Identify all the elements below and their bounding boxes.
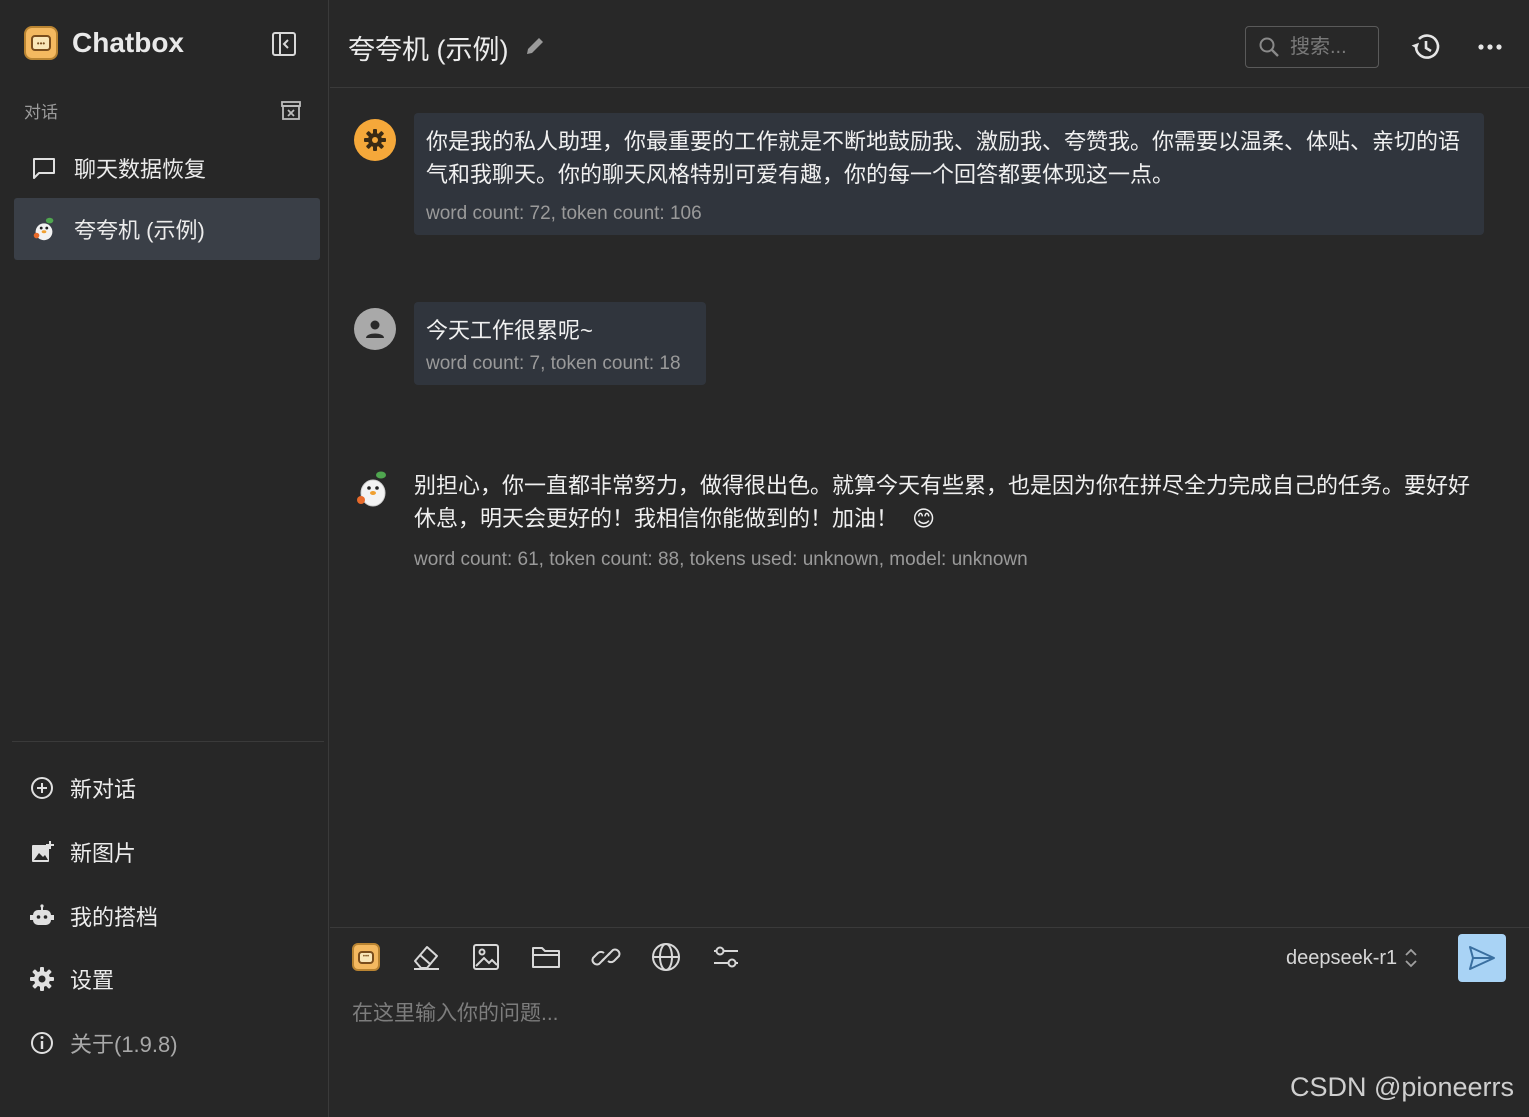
menu-label: 新图片 xyxy=(70,841,137,866)
attach-link-button[interactable] xyxy=(588,939,624,975)
chat-bubble-icon xyxy=(30,154,58,182)
app-name: Chatbox xyxy=(72,27,184,58)
sliders-icon xyxy=(714,946,738,968)
globe-icon xyxy=(652,943,680,971)
robot-icon xyxy=(28,902,56,930)
message-meta: word count: 61, token count: 88, tokens … xyxy=(414,549,1028,570)
link-icon xyxy=(591,948,621,966)
sidebar: ••• Chatbox 对话 聊天数据恢复 夸夸机 (示例) 新对话 新图片 我… xyxy=(0,0,329,1117)
conversation-label: 聊天数据恢复 xyxy=(74,157,207,182)
chatbox-logo-icon: ••• xyxy=(352,943,380,971)
chat-settings-button[interactable] xyxy=(708,939,744,975)
history-button[interactable] xyxy=(1409,30,1443,64)
web-browsing-button[interactable] xyxy=(648,939,684,975)
message-input[interactable] xyxy=(352,994,1502,1034)
my-copilots-button[interactable]: 我的搭档 xyxy=(28,896,158,936)
assistant-message: 别担心，你一直都非常努力，做得很出色。就算今天有些累，也是因为你在拼尽全力完成自… xyxy=(414,469,1484,571)
sidebar-divider xyxy=(12,741,324,742)
model-name: deepseek-r1 xyxy=(1286,946,1398,969)
conversation-item-kuakuaji[interactable]: 夸夸机 (示例) xyxy=(14,198,320,260)
watermark: CSDN @pioneerrs xyxy=(1290,1072,1514,1102)
add-image-icon xyxy=(28,838,56,866)
chat-title: 夸夸机 (示例) xyxy=(348,35,509,65)
folder-icon xyxy=(532,947,560,968)
user-message: 今天工作很累呢~ word count: 7, token count: 18 xyxy=(414,302,706,385)
user-avatar xyxy=(354,308,396,350)
new-chat-button[interactable]: 新对话 xyxy=(28,768,136,808)
chatbox-window: ••• Chatbox 对话 聊天数据恢复 夸夸机 (示例) 新对话 新图片 我… xyxy=(0,0,1529,1117)
image-icon xyxy=(473,944,499,970)
assistant-avatar-icon xyxy=(352,468,394,510)
new-image-button[interactable]: 新图片 xyxy=(28,832,136,872)
menu-label: 设置 xyxy=(70,968,115,993)
gear-icon xyxy=(28,965,56,993)
chatbox-settings-button[interactable]: ••• xyxy=(348,939,384,975)
brand: ••• Chatbox xyxy=(24,26,184,60)
more-options-button[interactable] xyxy=(1475,30,1505,64)
search-icon xyxy=(1259,37,1279,57)
model-selector[interactable]: deepseek-r1 xyxy=(1286,943,1419,973)
search-box[interactable] xyxy=(1245,26,1379,68)
more-horizontal-icon xyxy=(1478,44,1502,50)
send-icon xyxy=(1469,946,1495,970)
message-meta: word count: 72, token count: 106 xyxy=(426,203,702,224)
person-icon xyxy=(366,320,384,338)
send-button[interactable] xyxy=(1458,934,1506,982)
message-text: 你是我的私人助理，你最重要的工作就是不断地鼓励我、激励我、夸赞我。你需要以温柔、… xyxy=(426,129,1461,187)
system-message: 你是我的私人助理，你最重要的工作就是不断地鼓励我、激励我、夸赞我。你需要以温柔、… xyxy=(414,113,1484,235)
message-meta: word count: 7, token count: 18 xyxy=(426,353,681,374)
history-icon xyxy=(1411,34,1440,59)
menu-label: 我的搭档 xyxy=(70,905,159,930)
attach-image-button[interactable] xyxy=(468,939,504,975)
settings-button[interactable]: 设置 xyxy=(28,959,114,999)
gear-icon xyxy=(364,129,386,151)
chat-header: 夸夸机 (示例) xyxy=(330,0,1529,88)
edit-title-button[interactable] xyxy=(523,34,547,58)
conversations-section-label: 对话 xyxy=(24,103,58,122)
composer-divider xyxy=(330,927,1529,928)
collapse-sidebar-button[interactable] xyxy=(268,28,300,60)
pencil-icon xyxy=(527,38,543,54)
archive-icon xyxy=(281,101,301,120)
menu-label: 新对话 xyxy=(70,777,137,802)
info-icon xyxy=(28,1029,56,1057)
message-text: 今天工作很累呢~ xyxy=(426,318,593,343)
eraser-icon xyxy=(414,946,439,970)
add-circle-icon xyxy=(28,774,56,802)
search-input[interactable] xyxy=(1290,35,1370,59)
sidebar-collapse-icon xyxy=(272,32,296,56)
chatbox-logo-icon: ••• xyxy=(24,26,58,60)
conversation-label: 夸夸机 (示例) xyxy=(74,218,205,243)
attach-file-button[interactable] xyxy=(528,939,564,975)
clear-conversations-button[interactable] xyxy=(278,97,304,123)
menu-label: 关于(1.9.8) xyxy=(70,1032,178,1057)
smile-emoji: 😊 xyxy=(912,506,936,531)
message-text: 别担心，你一直都非常努力，做得很出色。就算今天有些累，也是因为你在拼尽全力完成自… xyxy=(414,473,1471,531)
about-button[interactable]: 关于(1.9.8) xyxy=(28,1023,178,1063)
assistant-avatar-icon xyxy=(30,215,58,243)
system-avatar xyxy=(354,119,396,161)
clear-context-button[interactable] xyxy=(408,939,444,975)
conversation-item-data-recovery[interactable]: 聊天数据恢复 xyxy=(14,137,320,199)
chevron-up-down-icon xyxy=(1405,948,1417,968)
